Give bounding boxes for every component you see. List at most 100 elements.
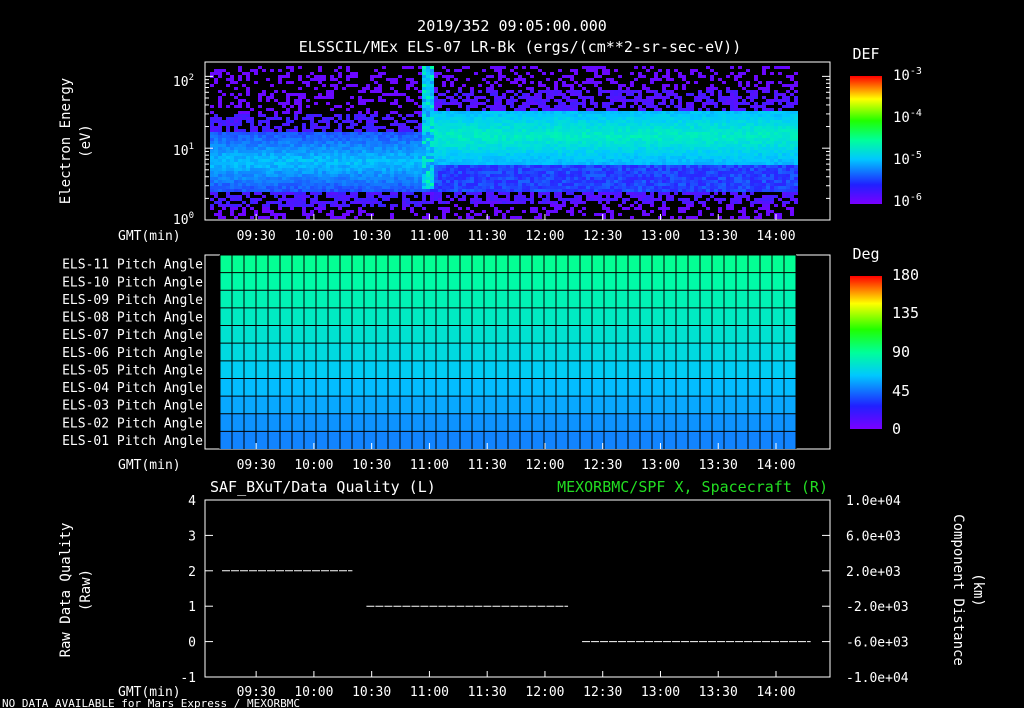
spectrogram-cell	[418, 144, 422, 147]
spectrogram-cell	[358, 174, 362, 177]
spectrogram-cell	[678, 147, 682, 150]
spectrogram-cell	[434, 165, 438, 168]
spectrogram-cell	[450, 147, 454, 150]
spectrogram-cell	[662, 102, 666, 105]
spectrogram-cell	[230, 171, 234, 174]
spectrogram-cell	[714, 141, 718, 144]
spectrogram-cell	[750, 153, 754, 156]
spectrogram-cell	[698, 186, 702, 189]
spectrogram-cell	[290, 177, 294, 180]
spectrogram-cell	[570, 141, 574, 144]
spectrogram-cell	[754, 93, 758, 96]
spectrogram-cell	[406, 183, 410, 186]
spectrogram-cell	[754, 108, 758, 111]
spectrogram-cell	[758, 162, 762, 165]
spectrogram-cell	[742, 108, 746, 111]
spectrogram-cell	[754, 162, 758, 165]
spectrogram-cell	[246, 150, 250, 153]
spectrogram-cell	[414, 144, 418, 147]
spectrogram-cell	[522, 162, 526, 165]
spectrogram-cell	[234, 138, 238, 141]
spectrogram-cell	[586, 138, 590, 141]
spectrogram-cell	[462, 168, 466, 171]
spectrogram-cell	[538, 144, 542, 147]
spectrogram-cell	[430, 189, 434, 192]
spectrogram-cell	[522, 180, 526, 183]
spectrogram-cell	[406, 204, 410, 207]
spectrogram-cell	[486, 183, 490, 186]
timestamp: 2019/352 09:05:00.000	[417, 17, 607, 35]
spectrogram-cell	[246, 156, 250, 159]
spectrogram-cell	[330, 141, 334, 144]
spectrogram-cell	[222, 141, 226, 144]
spectrogram-cell	[674, 126, 678, 129]
spectrogram-cell	[458, 168, 462, 171]
spectrogram-cell	[558, 120, 562, 123]
spectrogram-cell	[738, 138, 742, 141]
spectrogram-cell	[450, 123, 454, 126]
spectrogram-cell	[630, 135, 634, 138]
spectrogram-cell	[310, 114, 314, 117]
spectrogram-cell	[686, 147, 690, 150]
spectrogram-cell	[698, 123, 702, 126]
spectrogram-cell	[374, 180, 378, 183]
spectrogram-cell	[406, 159, 410, 162]
spectrogram-cell	[758, 165, 762, 168]
spectrogram-cell	[646, 201, 650, 204]
spectrogram-cell	[750, 123, 754, 126]
spectrogram-cell	[690, 192, 694, 195]
spectrogram-cell	[410, 183, 414, 186]
spectrogram-cell	[250, 201, 254, 204]
spectrogram-cell	[650, 210, 654, 213]
spectrogram-cell	[426, 135, 430, 138]
spectrogram-cell	[518, 141, 522, 144]
spectrogram-cell	[678, 138, 682, 141]
spectrogram-cell	[686, 144, 690, 147]
spectrogram-cell	[490, 192, 494, 195]
spectrogram-cell	[290, 165, 294, 168]
spectrogram-cell	[754, 165, 758, 168]
spectrogram-cell	[578, 198, 582, 201]
spectrogram-cell	[386, 177, 390, 180]
spectrogram-cell	[374, 159, 378, 162]
spectrogram-cell	[698, 153, 702, 156]
spectrogram-cell	[478, 159, 482, 162]
spectrogram-cell	[470, 147, 474, 150]
spectrogram-cell	[326, 144, 330, 147]
spectrogram-cell	[666, 114, 670, 117]
spectrogram-cell	[630, 195, 634, 198]
spectrogram-cell	[750, 177, 754, 180]
spectrogram-cell	[518, 153, 522, 156]
spectrogram-cell	[466, 135, 470, 138]
spectrogram-cell	[354, 117, 358, 120]
spectrogram-cell	[614, 144, 618, 147]
spectrogram-cell	[398, 156, 402, 159]
spectrogram-cell	[546, 78, 550, 81]
spectrogram-cell	[606, 102, 610, 105]
spectrogram-cell	[470, 114, 474, 117]
spectrogram-cell	[630, 120, 634, 123]
spectrogram-cell	[522, 132, 526, 135]
spectrogram-cell	[442, 117, 446, 120]
spectrogram-cell	[754, 135, 758, 138]
spectrogram-cell	[358, 189, 362, 192]
spectrogram-cell	[678, 207, 682, 210]
spectrogram-cell	[698, 90, 702, 93]
spectrogram-cell	[434, 195, 438, 198]
spectrogram-cell	[286, 96, 290, 99]
spectrogram-cell	[474, 123, 478, 126]
spectrogram-cell	[250, 120, 254, 123]
spectrogram-cell	[734, 108, 738, 111]
spectrogram-cell	[690, 156, 694, 159]
spectrogram-cell	[434, 147, 438, 150]
spectrogram-cell	[682, 207, 686, 210]
spectrogram-cell	[690, 135, 694, 138]
spectrogram-cell	[450, 168, 454, 171]
spectrogram-cell	[390, 135, 394, 138]
spectrogram-cell	[530, 156, 534, 159]
spectrogram-cell	[698, 159, 702, 162]
spectrogram-cell	[758, 132, 762, 135]
spectrogram-cell	[494, 132, 498, 135]
spectrogram-cell	[394, 183, 398, 186]
spectrogram-cell	[638, 144, 642, 147]
